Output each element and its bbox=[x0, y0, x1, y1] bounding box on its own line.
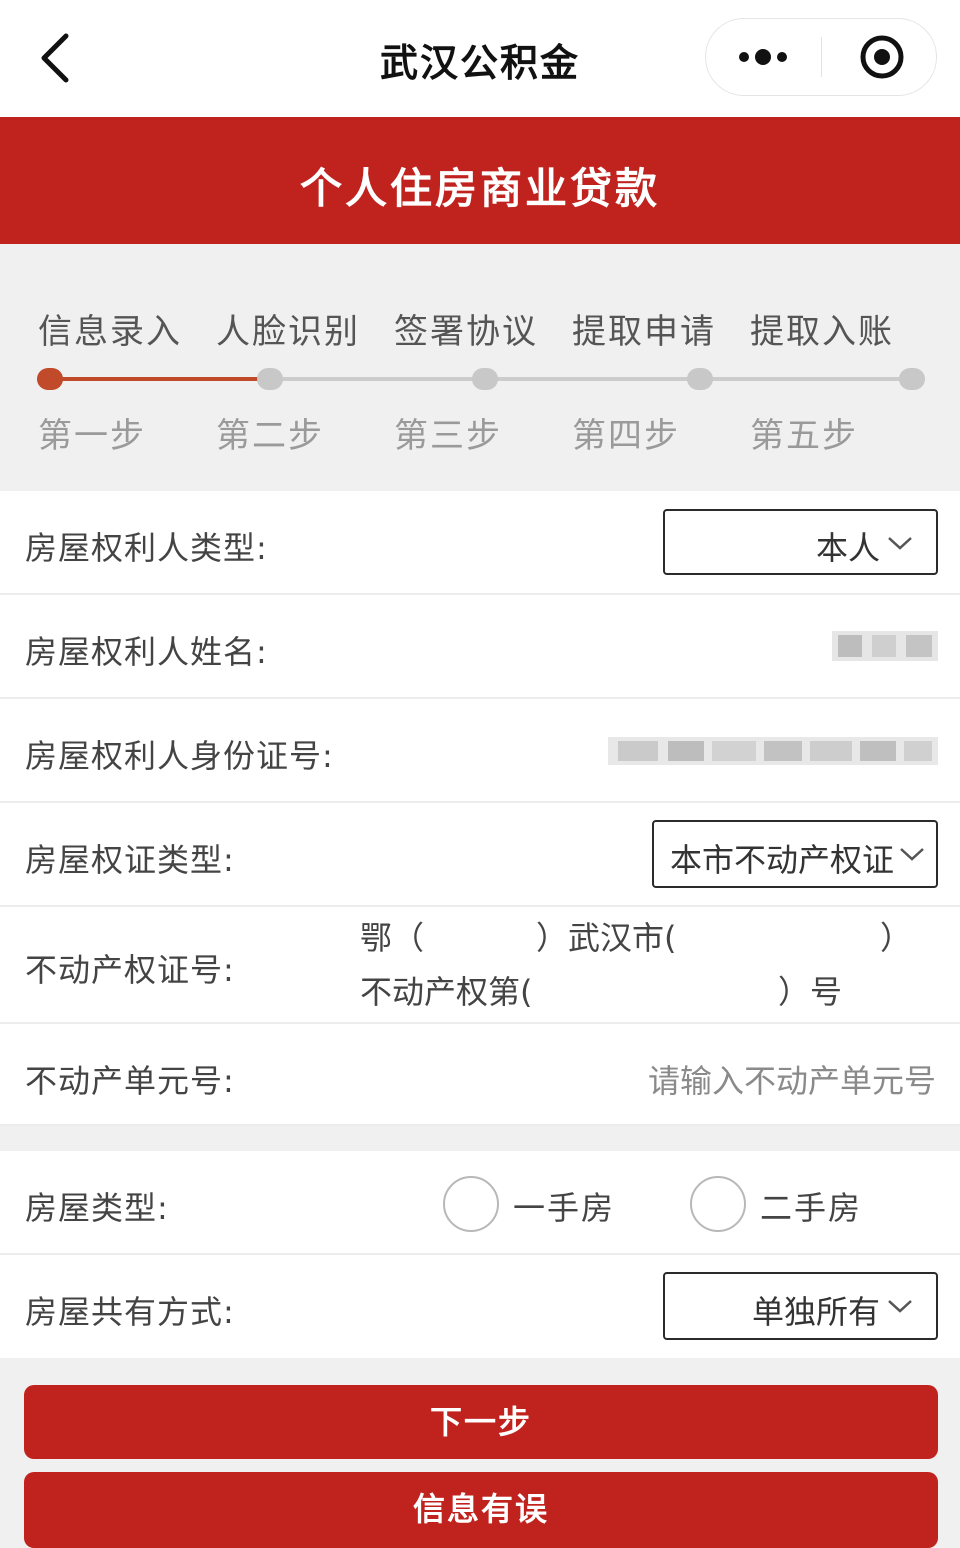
cert-type-select[interactable]: 本市不动产权证 bbox=[652, 820, 938, 888]
unit-no-row: 不动产单元号: 请输入不动产单元号 bbox=[0, 1024, 960, 1126]
radio-first-hand-label[interactable]: 一手房 bbox=[513, 1183, 615, 1229]
cert-number-input[interactable] bbox=[548, 967, 772, 1011]
step-dot-2 bbox=[257, 368, 283, 390]
step-dot-4 bbox=[687, 368, 713, 390]
chevron-down-icon bbox=[888, 1300, 912, 1313]
owner-name-redacted bbox=[832, 631, 938, 661]
cert-no-prefix: 鄂（ bbox=[360, 919, 425, 957]
cert-no-mid: 不动产权第( bbox=[360, 973, 533, 1011]
owner-id-row: 房屋权利人身份证号: bbox=[0, 699, 960, 803]
step-dot-1 bbox=[37, 368, 63, 390]
co-own-value: 单独所有 bbox=[751, 1293, 880, 1331]
step-progress: 信息录入 人脸识别 签署协议 提取申请 提取入账 第一步 第二步 第三步 第四步… bbox=[0, 244, 960, 491]
owner-type-label: 房屋权利人类型: bbox=[25, 529, 268, 567]
cert-no-close: ） bbox=[880, 919, 913, 957]
step-label-4: 提取申请 bbox=[572, 312, 716, 352]
nav-bar: 武汉公积金 bbox=[0, 0, 960, 117]
owner-type-select[interactable]: 本人 bbox=[663, 509, 938, 575]
owner-name-row: 房屋权利人姓名: bbox=[0, 595, 960, 699]
step-label-5: 提取入账 bbox=[750, 312, 894, 352]
info-error-button[interactable]: 信息有误 bbox=[24, 1472, 938, 1548]
next-step-button[interactable]: 下一步 bbox=[24, 1385, 938, 1459]
step-dot-3 bbox=[472, 368, 498, 390]
house-type-row: 房屋类型: 一手房 二手房 bbox=[0, 1151, 960, 1255]
cert-type-row: 房屋权证类型: 本市不动产权证 bbox=[0, 803, 960, 907]
radio-second-hand-label[interactable]: 二手房 bbox=[760, 1183, 862, 1229]
cert-year-input[interactable] bbox=[420, 913, 532, 957]
page-title: 个人住房商业贷款 bbox=[299, 164, 660, 213]
co-own-label: 房屋共有方式: bbox=[25, 1293, 235, 1331]
house-type-label: 房屋类型: bbox=[25, 1189, 169, 1227]
cert-no-city: ）武汉市( bbox=[536, 919, 677, 957]
step-sub-1: 第一步 bbox=[38, 416, 146, 456]
owner-id-redacted bbox=[608, 737, 938, 765]
unit-no-label: 不动产单元号: bbox=[25, 1062, 235, 1100]
radio-first-hand[interactable] bbox=[443, 1176, 499, 1232]
cert-type-label: 房屋权证类型: bbox=[25, 841, 235, 879]
page-banner: 个人住房商业贷款 bbox=[0, 117, 960, 244]
cert-type-value: 本市不动产权证 bbox=[669, 841, 894, 879]
cert-no-row: 不动产权证号: 鄂（ ）武汉市( ） 不动产权第( ）号 bbox=[0, 907, 960, 1024]
step-line-active bbox=[50, 377, 270, 381]
step-dot-5 bbox=[899, 368, 925, 390]
cert-no-label: 不动产权证号: bbox=[25, 951, 235, 989]
step-label-3: 签署协议 bbox=[394, 312, 538, 352]
step-sub-2: 第二步 bbox=[216, 416, 324, 456]
target-close-icon[interactable] bbox=[822, 19, 937, 95]
mini-program-capsule bbox=[705, 18, 937, 96]
step-label-2: 人脸识别 bbox=[216, 312, 360, 352]
owner-name-label: 房屋权利人姓名: bbox=[25, 633, 268, 671]
step-sub-5: 第五步 bbox=[750, 416, 858, 456]
cert-district-input[interactable] bbox=[684, 913, 874, 957]
chevron-down-icon bbox=[888, 537, 912, 550]
step-sub-4: 第四步 bbox=[572, 416, 680, 456]
owner-id-label: 房屋权利人身份证号: bbox=[25, 737, 334, 775]
co-own-row: 房屋共有方式: 单独所有 bbox=[0, 1255, 960, 1358]
more-dots-icon[interactable] bbox=[706, 19, 821, 95]
owner-type-row: 房屋权利人类型: 本人 bbox=[0, 491, 960, 595]
step-line-inactive bbox=[270, 377, 912, 381]
radio-second-hand[interactable] bbox=[690, 1176, 746, 1232]
step-label-1: 信息录入 bbox=[38, 312, 182, 352]
owner-type-value: 本人 bbox=[815, 529, 880, 567]
co-own-select[interactable]: 单独所有 bbox=[663, 1272, 938, 1340]
cert-no-suffix: ）号 bbox=[778, 973, 843, 1011]
unit-no-input[interactable]: 请输入不动产单元号 bbox=[648, 1056, 936, 1102]
chevron-down-icon bbox=[900, 848, 924, 861]
step-sub-3: 第三步 bbox=[394, 416, 502, 456]
